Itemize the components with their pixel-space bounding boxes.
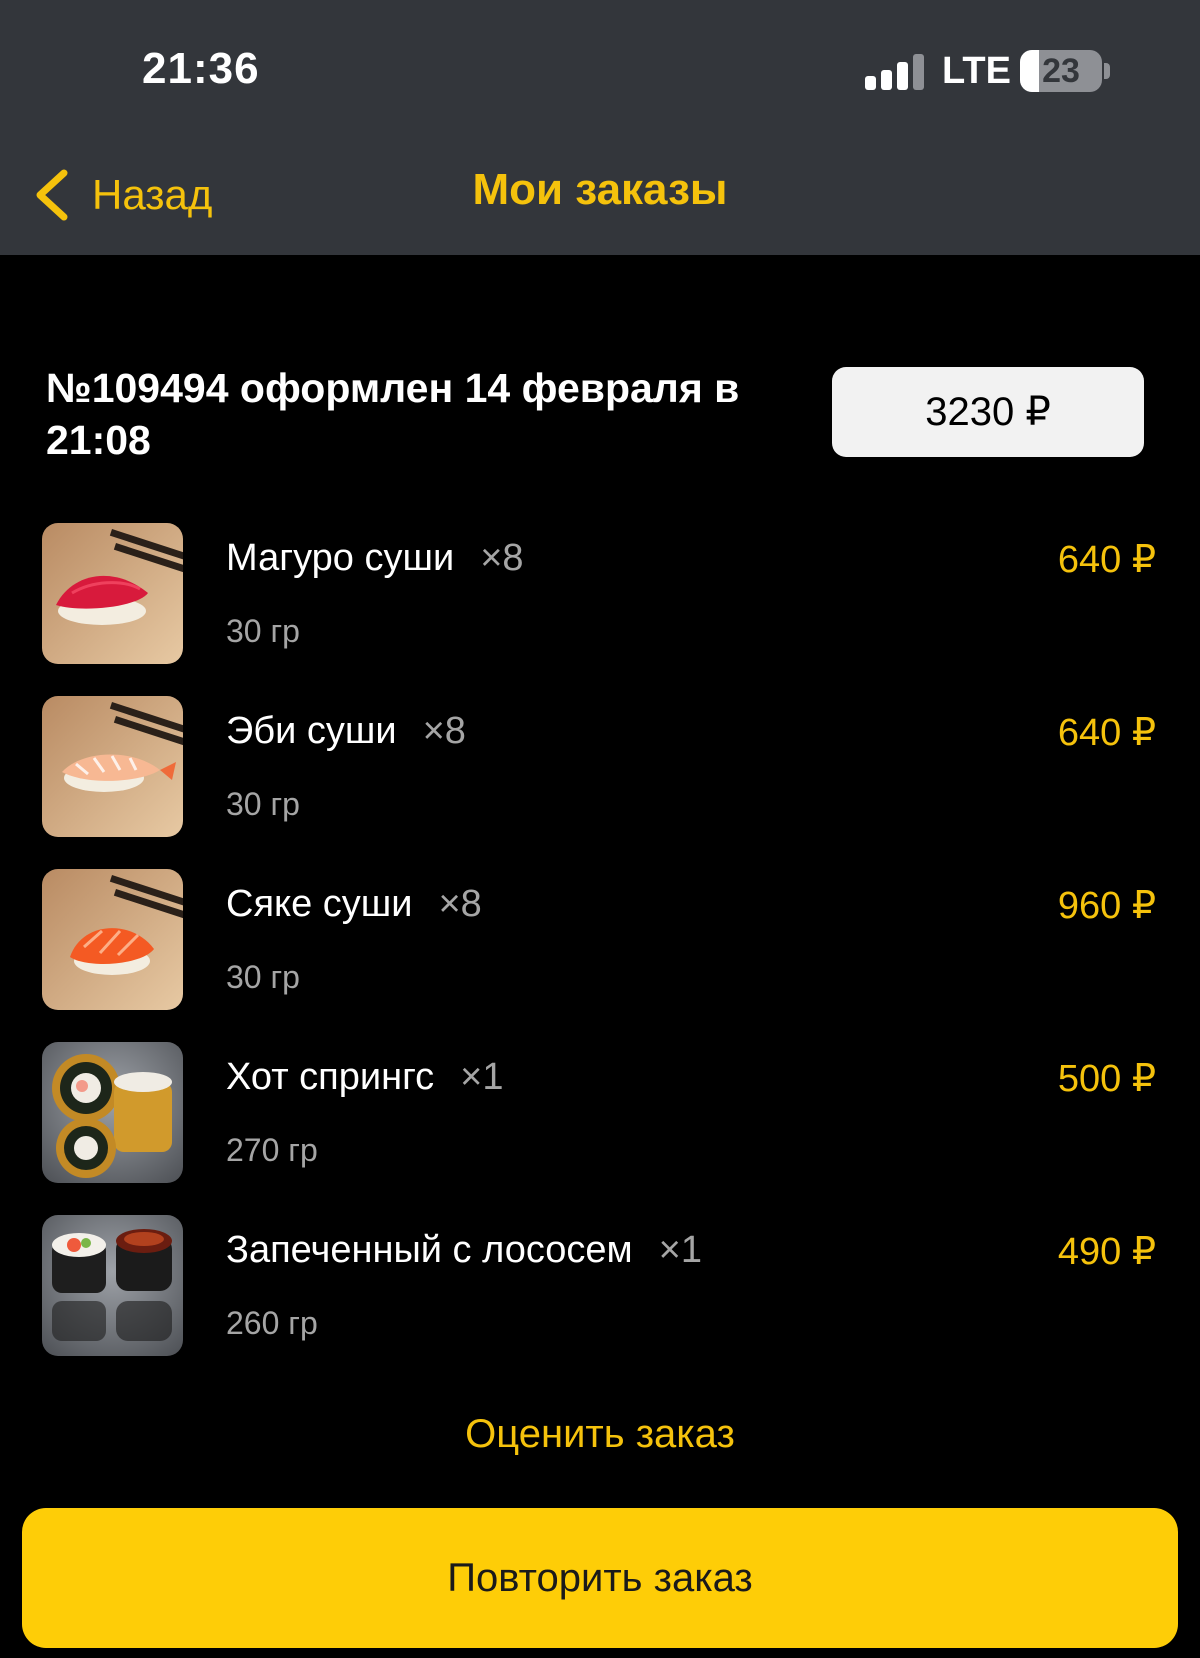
repeat-order-button[interactable]: Повторить заказ: [22, 1508, 1178, 1648]
item-name: Хот спрингс ×1: [226, 1056, 504, 1098]
list-item: Сяке суши ×8 30 гр 960 ₽: [0, 869, 1200, 1042]
item-weight: 30 гр: [226, 959, 300, 995]
item-price: 640 ₽: [1057, 539, 1156, 581]
item-photo-ebi: [42, 696, 183, 837]
item-price: 500 ₽: [1057, 1058, 1156, 1100]
battery-icon: 23: [1020, 50, 1102, 92]
item-name: Запеченный с лососем ×1: [226, 1229, 702, 1271]
item-quantity: ×1: [460, 1056, 504, 1098]
item-price: 960 ₽: [1057, 885, 1156, 927]
item-quantity: ×8: [422, 710, 466, 752]
item-name: Эби суши ×8: [226, 710, 466, 752]
item-name: Сяке суши ×8: [226, 883, 482, 925]
list-item: Запеченный с лососем ×1 260 гр 490 ₽: [0, 1215, 1200, 1388]
list-item: Магуро суши ×8 30 гр 640 ₽: [0, 523, 1200, 696]
item-price: 640 ₽: [1057, 712, 1156, 754]
item-price: 490 ₽: [1057, 1231, 1156, 1273]
battery-tip: [1104, 63, 1110, 79]
item-photo-hot-springs: [42, 1042, 183, 1183]
status-time: 21:36: [142, 44, 260, 93]
signal-icon: [865, 52, 925, 90]
rate-order-link[interactable]: Оценить заказ: [0, 1412, 1200, 1457]
item-weight: 30 гр: [226, 786, 300, 822]
item-quantity: ×8: [480, 537, 524, 579]
battery-level: 23: [1042, 52, 1080, 90]
item-name: Магуро суши ×8: [226, 537, 524, 579]
item-photo-maguro: [42, 523, 183, 664]
order-items-list: Магуро суши ×8 30 гр 640 ₽ Эби суши ×8 30 …: [0, 523, 1200, 1388]
order-total: 3230 ₽: [832, 367, 1144, 457]
item-photo-sake: [42, 869, 183, 1010]
item-weight: 270 гр: [226, 1132, 318, 1168]
list-item: Хот спрингс ×1 270 гр 500 ₽: [0, 1042, 1200, 1215]
item-photo-baked-salmon: [42, 1215, 183, 1356]
network-type: LTE: [942, 50, 1011, 92]
item-weight: 260 гр: [226, 1305, 318, 1341]
item-weight: 30 гр: [226, 613, 300, 649]
list-item: Эби суши ×8 30 гр 640 ₽: [0, 696, 1200, 869]
order-title: №109494 оформлен 14 февраля в 21:08: [46, 365, 740, 463]
item-quantity: ×8: [438, 883, 482, 925]
item-quantity: ×1: [658, 1229, 702, 1271]
page-title: Мои заказы: [472, 165, 728, 214]
navigation-header: 21:36 LTE 23 Назад Мои заказы: [0, 0, 1200, 255]
